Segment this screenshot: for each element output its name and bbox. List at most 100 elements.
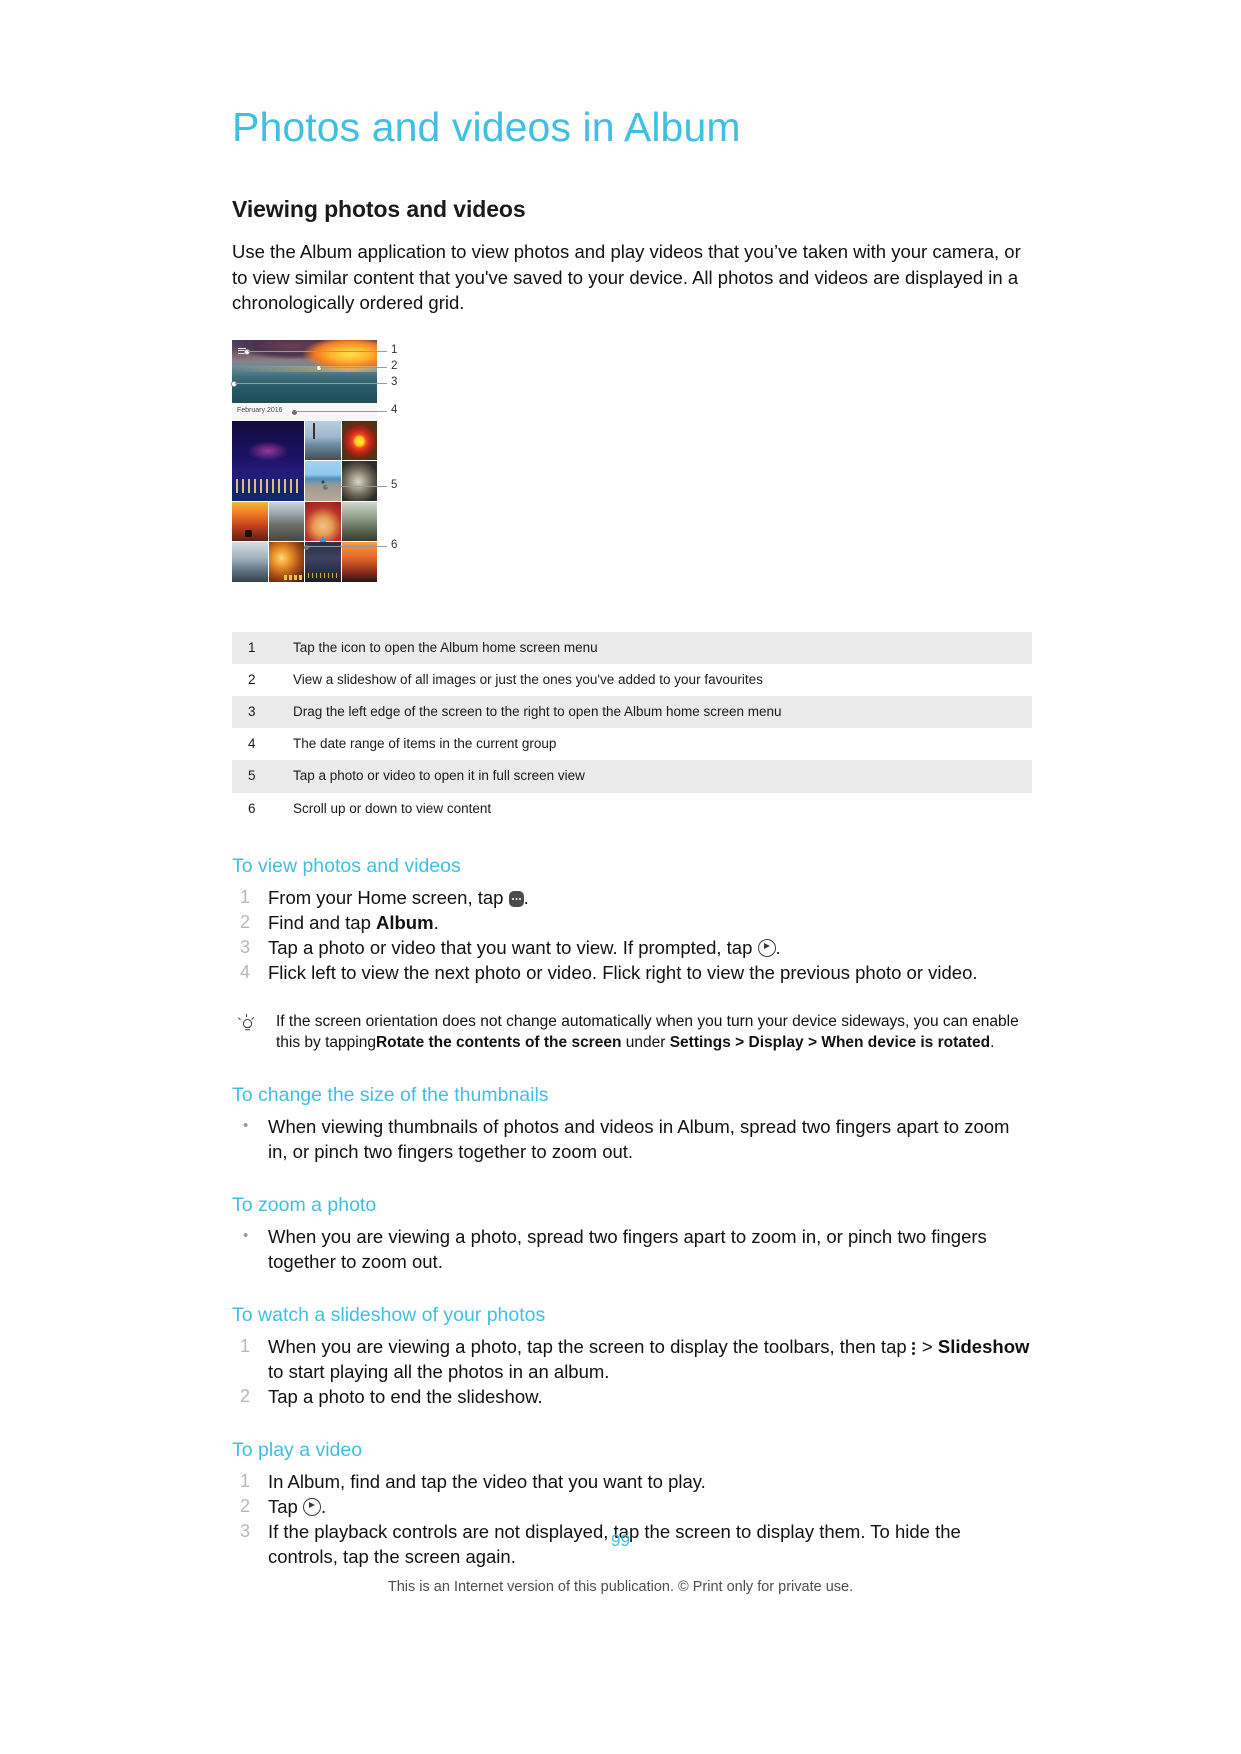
procedure-heading: To change the size of the thumbnails <box>232 1083 549 1106</box>
thumbnail-grid <box>232 420 377 583</box>
legend-text: Scroll up or down to view content <box>293 800 492 816</box>
app-name: Album <box>376 911 434 933</box>
legend-text: Tap the icon to open the Album home scre… <box>293 631 1032 664</box>
thumbnail <box>232 501 268 542</box>
callout-anchor-3 <box>231 380 237 387</box>
list-item: When you are viewing a photo, spread two… <box>232 1223 1032 1274</box>
callout-number-2: 2 <box>391 359 398 372</box>
step-item: Tap a photo or video that you want to vi… <box>232 935 1032 960</box>
procedure-zoom-photo: To zoom a photo When you are viewing a p… <box>232 1194 1032 1274</box>
callout-line-4 <box>295 410 387 412</box>
thumbnail <box>341 542 377 582</box>
callout-line-1 <box>248 350 387 352</box>
page-content: Photos and videos in Album Viewing photo… <box>231 104 1032 1569</box>
procedure-heading: To watch a slideshow of your photos <box>232 1303 546 1326</box>
step-separator: > <box>916 1335 938 1357</box>
callout-line-6 <box>307 545 387 547</box>
step-list: From your Home screen, tap . Find and ta… <box>232 885 1032 985</box>
callout-number-3: 3 <box>391 375 398 388</box>
tip-part-2: under <box>621 1034 670 1052</box>
tip-bold-2: Settings > Display > When device is rota… <box>669 1034 991 1052</box>
step-item: In Album, find and tap the video that yo… <box>240 1469 706 1494</box>
overflow-menu-icon <box>912 1340 917 1357</box>
step-text-end: . <box>775 936 781 958</box>
date-group-bar: February 2016 <box>232 402 377 422</box>
table-row: 1 Tap the icon to open the Album home sc… <box>232 631 1032 664</box>
thumbnail <box>305 501 341 552</box>
legend-number: 6 <box>248 800 256 816</box>
table-row: 3 Drag the left edge of the screen to th… <box>232 695 1032 729</box>
callout-anchor-1 <box>244 348 250 355</box>
bullet-list: When you are viewing a photo, spread two… <box>232 1223 1032 1274</box>
footer-note: This is an Internet version of this publ… <box>387 1579 854 1595</box>
thumbnail <box>341 420 377 461</box>
intro-paragraph: Use the Album application to view photos… <box>232 241 1021 314</box>
play-icon <box>757 938 776 957</box>
step-text: From your Home screen, tap <box>268 886 509 908</box>
date-range-label: February 2016 <box>237 406 283 414</box>
thumbnail <box>341 501 377 542</box>
legend-text: Tap a photo or video to open it in full … <box>293 760 1032 793</box>
step-text: Tap a photo or video that you want to vi… <box>268 936 758 958</box>
callout-number-4: 4 <box>391 403 398 416</box>
page-title: Photos and videos in Album <box>232 104 741 150</box>
step-item: Tap . <box>232 1494 1032 1519</box>
step-item: Tap a photo to end the slideshow. <box>240 1384 543 1409</box>
legend-number: 4 <box>248 736 256 752</box>
callout-number-5: 5 <box>391 478 398 491</box>
callout-line-3 <box>235 382 387 384</box>
step-text: When you are viewing a photo, tap the sc… <box>268 1335 912 1357</box>
callout-number-6: 6 <box>391 538 398 551</box>
legend-number: 5 <box>232 760 293 793</box>
thumbnail <box>232 420 304 501</box>
album-screenshot-figure: February 2016 1 2 3 4 5 6 <box>231 339 532 588</box>
procedure-thumbnail-size: To change the size of the thumbnails Whe… <box>232 1084 1032 1164</box>
step-item: When you are viewing a photo, tap the sc… <box>232 1334 1032 1384</box>
procedure-heading: To play a video <box>232 1438 363 1461</box>
table-row: 6 Scroll up or down to view content <box>232 793 1032 825</box>
procedure-view-photos: To view photos and videos From your Home… <box>232 855 1032 985</box>
hero-photo <box>232 339 377 403</box>
step-item: Flick left to view the next photo or vid… <box>240 960 978 985</box>
thumbnail <box>268 501 304 542</box>
step-item: From your Home screen, tap . <box>232 885 1032 910</box>
step-text-end: to start playing all the photos in an al… <box>268 1360 610 1382</box>
callout-anchor-2 <box>316 364 322 371</box>
bullet-list: When viewing thumbnails of photos and vi… <box>232 1113 1032 1164</box>
section-heading: Viewing photos and videos <box>232 196 526 223</box>
tip-part-3: . <box>990 1034 995 1052</box>
app-drawer-icon <box>508 890 524 907</box>
callout-line-2 <box>320 366 387 368</box>
callout-legend-table: 1 Tap the icon to open the Album home sc… <box>232 631 1032 825</box>
procedure-heading: To view photos and videos <box>232 854 461 877</box>
step-text-end: . <box>320 1495 327 1517</box>
play-icon <box>302 1497 321 1516</box>
table-row: 2 View a slideshow of all images or just… <box>232 664 1032 696</box>
list-item: When viewing thumbnails of photos and vi… <box>232 1113 1032 1164</box>
legend-number: 3 <box>232 695 293 729</box>
tip-callout: If the screen orientation does not chang… <box>232 1011 1032 1054</box>
legend-text: Drag the left edge of the screen to the … <box>293 695 1032 729</box>
tip-text: If the screen orientation does not chang… <box>276 1011 1032 1054</box>
step-text-end: . <box>433 911 439 933</box>
callout-number-1: 1 <box>391 343 398 356</box>
callout-line-5 <box>326 485 387 487</box>
thumbnail <box>305 542 341 582</box>
procedure-heading: To zoom a photo <box>232 1193 377 1216</box>
table-row: 4 The date range of items in the current… <box>232 728 1032 760</box>
step-text: Tap <box>268 1495 303 1517</box>
legend-number: 2 <box>248 671 256 687</box>
tip-bold-1: Rotate the contents of the screen <box>375 1034 622 1052</box>
step-list: In Album, find and tap the video that yo… <box>232 1469 1032 1569</box>
thumbnail <box>305 420 341 461</box>
page-number: 99 <box>611 1531 630 1550</box>
table-row: 5 Tap a photo or video to open it in ful… <box>232 760 1032 793</box>
legend-text: The date range of items in the current g… <box>293 736 557 752</box>
manual-page: Photos and videos in Album Viewing photo… <box>0 0 1241 1754</box>
thumbnail <box>341 461 377 501</box>
step-list: When you are viewing a photo, tap the sc… <box>232 1334 1032 1409</box>
thumbnail <box>232 542 268 582</box>
thumbnail <box>305 461 341 501</box>
legend-text: View a slideshow of all images or just t… <box>293 671 763 687</box>
legend-number: 1 <box>232 631 293 664</box>
